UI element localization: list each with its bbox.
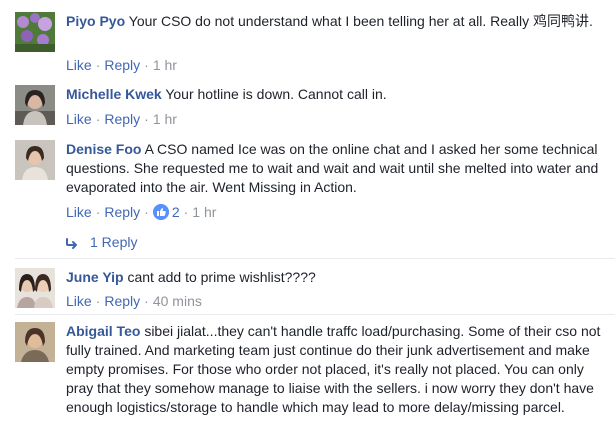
- reply-button[interactable]: Reply: [104, 111, 140, 127]
- separator: ·: [144, 293, 149, 309]
- timestamp[interactable]: 40 mins: [153, 293, 202, 309]
- divider: [15, 258, 615, 259]
- timestamp[interactable]: 1 hr: [192, 204, 216, 220]
- separator: ·: [183, 204, 189, 220]
- flower-garden-avatar-image: [15, 12, 55, 52]
- like-count-badge[interactable]: 2: [152, 204, 180, 220]
- separator: ·: [95, 204, 101, 220]
- timestamp[interactable]: 1 hr: [153, 57, 177, 73]
- comment-body: Michelle Kwek Your hotline is down. Cann…: [66, 85, 609, 104]
- separator: ·: [95, 111, 101, 127]
- view-replies-link[interactable]: 1 Reply: [66, 234, 137, 250]
- separator: ·: [144, 57, 149, 73]
- comment-body: Piyo Pyo Your CSO do not understand what…: [66, 12, 609, 31]
- replies-count-label: 1 Reply: [90, 234, 138, 250]
- thumbs-up-icon: [152, 204, 169, 220]
- reply-button[interactable]: Reply: [104, 204, 140, 220]
- comment-text: Your hotline is down. Cannot call in.: [165, 86, 387, 102]
- comment-text: sibei jialat...they can't handle traffc …: [66, 323, 601, 415]
- like-count: 2: [171, 204, 180, 220]
- avatar[interactable]: [15, 140, 55, 180]
- two-women-avatar-image: [15, 268, 55, 308]
- like-button[interactable]: Like: [66, 111, 92, 127]
- like-button[interactable]: Like: [66, 204, 92, 220]
- reply-button[interactable]: Reply: [104, 57, 140, 73]
- woman-portrait-avatar-image: [15, 140, 55, 180]
- separator: ·: [144, 204, 149, 220]
- woman-portrait-avatar-image: [15, 85, 55, 125]
- separator: ·: [95, 293, 101, 309]
- comment-author[interactable]: Abigail Teo: [66, 323, 140, 339]
- comment-text: A CSO named Ice was on the online chat a…: [66, 141, 599, 195]
- comment-actions: Like · Reply · 1 hr: [66, 57, 177, 73]
- woman-portrait-avatar-image: [15, 322, 55, 362]
- comment-actions: Like · Reply · 2 · 1 hr: [66, 204, 216, 220]
- avatar[interactable]: [15, 322, 55, 362]
- separator: ·: [144, 111, 149, 127]
- comment-actions: Like · Reply · 40 mins: [66, 293, 202, 309]
- avatar[interactable]: [15, 85, 55, 125]
- separator: ·: [95, 57, 101, 73]
- comment-actions: Like · Reply · 1 hr: [66, 111, 177, 127]
- comment-author[interactable]: June Yip: [66, 269, 124, 285]
- comment-author[interactable]: Piyo Pyo: [66, 13, 125, 29]
- timestamp[interactable]: 1 hr: [153, 111, 177, 127]
- comment-text: cant add to prime wishlist????: [127, 269, 316, 285]
- reply-arrow-icon: [66, 238, 77, 249]
- divider: [15, 314, 615, 315]
- comment-author[interactable]: Michelle Kwek: [66, 86, 162, 102]
- like-button[interactable]: Like: [66, 57, 92, 73]
- avatar[interactable]: [15, 12, 55, 52]
- comment-text: Your CSO do not understand what I been t…: [128, 13, 593, 29]
- avatar[interactable]: [15, 268, 55, 308]
- like-button[interactable]: Like: [66, 293, 92, 309]
- reply-button[interactable]: Reply: [104, 293, 140, 309]
- comment-body: Abigail Teo sibei jialat...they can't ha…: [66, 322, 609, 417]
- comment-body: June Yip cant add to prime wishlist????: [66, 268, 609, 287]
- comment-body: Denise Foo A CSO named Ice was on the on…: [66, 140, 609, 197]
- comment-author[interactable]: Denise Foo: [66, 141, 141, 157]
